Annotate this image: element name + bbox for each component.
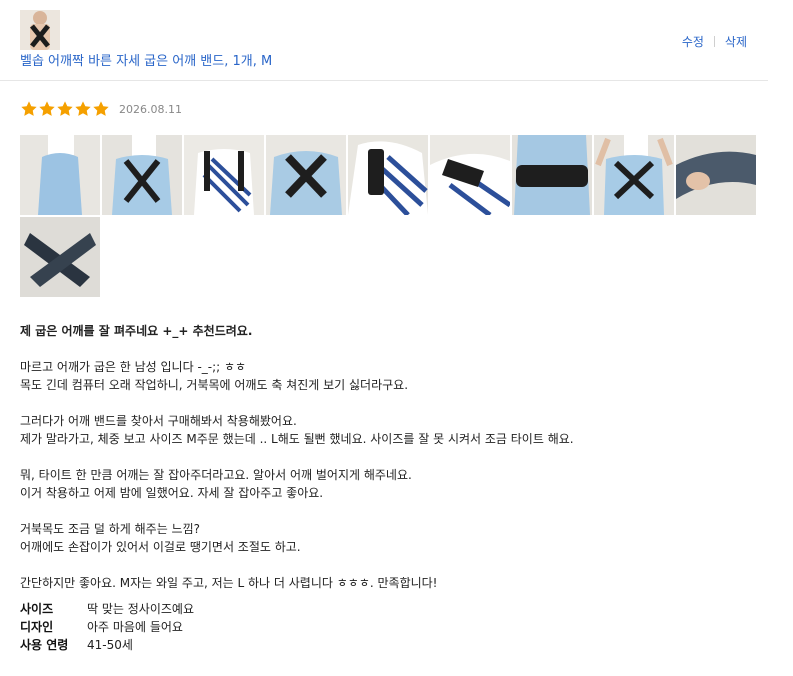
attribute-label: 사용 연령 [20,638,69,652]
rating-row: 2026.08.11 [20,100,182,118]
review-paragraph: 그러다가 어깨 밴드를 찾아서 구매해봐서 착용해봤어요. 제가 말라가고, 체… [20,414,574,446]
photo-back-view-band-icon [102,135,182,215]
product-thumbnail[interactable] [20,10,60,50]
review-photo-thumbnail[interactable] [512,135,592,215]
photo-band-handle-closeup-icon [348,135,428,215]
photo-waist-strap-icon [512,135,592,215]
attribute-label: 사이즈 [20,602,54,616]
review-paragraph: 거북목도 조금 덜 하게 해주는 느낌? 어깨에도 손잡이가 있어서 이걸로 땡… [20,522,301,554]
star-rating [20,100,110,118]
photo-arms-raised-icon [594,135,674,215]
star-icon [21,101,37,116]
action-divider [713,36,715,47]
review-photo-thumbnail[interactable] [676,135,756,215]
photo-back-cross-band-icon [266,135,346,215]
star-icon [39,101,55,116]
star-icon [57,101,73,116]
product-name-link[interactable]: 벨솝 어깨짝 바른 자세 굽은 어깨 밴드, 1개, M [20,50,272,69]
review-headline: 제 굽은 어깨를 잘 펴주네요 +_+ 추천드려요. [20,324,253,338]
product-header: 벨솝 어깨짝 바른 자세 굽은 어깨 밴드, 1개, M 수정 삭제 [0,0,768,81]
review-photo-thumbnail[interactable] [102,135,182,215]
review-paragraph: 마르고 어깨가 굽은 한 남성 입니다 -_-;; ㅎㅎ 목도 긴데 컴퓨터 오… [20,360,409,392]
star-icon [93,101,109,116]
photo-band-flat-icon [20,217,100,297]
review-photo-thumbnail[interactable] [594,135,674,215]
review-attributes: 사이즈 딱 맞는 정사이즈예요 디자인 아주 마음에 들어요 사용 연령 41-… [20,600,194,654]
edit-button[interactable]: 수정 [682,33,704,50]
review-photo-thumbnail[interactable] [348,135,428,215]
review-paragraph: 뭐, 타이트 한 만큼 어깨는 잘 잡아주더라고요. 알아서 어깨 벌어지게 해… [20,468,412,500]
attribute-label: 디자인 [20,620,54,634]
photo-side-view-shirt-icon [20,135,100,215]
photo-band-grey-hand-icon [676,135,756,215]
attribute-value: 딱 맞는 정사이즈예요 [87,602,194,616]
review-body: 제 굽은 어깨를 잘 펴주네요 +_+ 추천드려요. 마르고 어깨가 굽은 한 … [20,322,760,610]
review-date: 2026.08.11 [119,102,182,116]
review-photo-thumbnail[interactable] [430,135,510,215]
attribute-value: 아주 마음에 들어요 [87,620,183,634]
review-photo-thumbnail[interactable] [20,217,100,297]
attribute-row-design: 디자인 아주 마음에 들어요 [20,618,194,636]
review-photo-thumbnail[interactable] [184,135,264,215]
attribute-row-age: 사용 연령 41-50세 [20,636,194,654]
review-paragraph: 간단하지만 좋아요. M자는 와일 주고, 저는 L 하나 더 사렵니다 ㅎㅎㅎ… [20,576,438,590]
attribute-value: 41-50세 [87,638,133,652]
product-photo-icon [20,10,60,50]
attribute-row-size: 사이즈 딱 맞는 정사이즈예요 [20,600,194,618]
photo-front-view-striped-icon [184,135,264,215]
review-photo-thumbnail[interactable] [20,135,100,215]
review-actions: 수정 삭제 [682,33,747,50]
delete-button[interactable]: 삭제 [725,33,747,50]
star-icon [75,101,91,116]
photo-shoulder-closeup-icon [430,135,510,215]
review-photo-thumbnail[interactable] [266,135,346,215]
